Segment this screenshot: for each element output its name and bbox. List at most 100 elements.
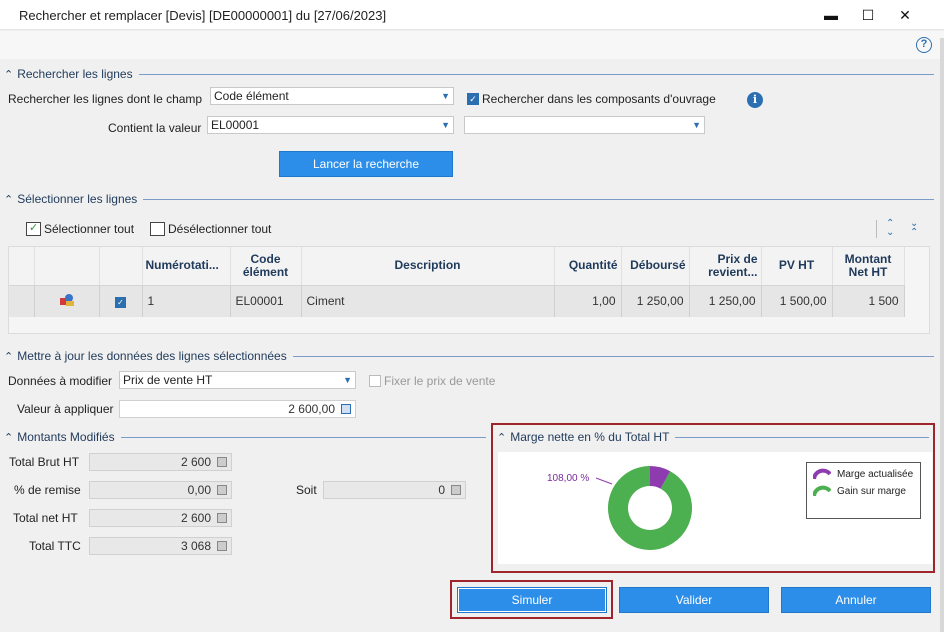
total-ttc-field: 3 068 bbox=[89, 537, 232, 555]
search-section-title: Rechercher les lignes bbox=[17, 67, 133, 81]
collapse-chevron-icon: ⌃ bbox=[4, 350, 14, 363]
cell-quantite: 1,00 bbox=[554, 285, 622, 317]
slice-label: 108,00 % bbox=[547, 473, 590, 484]
fix-price-checkbox[interactable] bbox=[369, 375, 381, 387]
collapse-all-icon[interactable]: ⌄ ⌃ bbox=[910, 219, 918, 238]
column-header[interactable]: Code élément bbox=[230, 247, 302, 286]
simulate-button[interactable]: Simuler bbox=[457, 587, 607, 613]
legend-item: Marge actualisée bbox=[813, 468, 913, 480]
collapse-chevron-icon: ⌃ bbox=[497, 431, 507, 444]
soit-label: Soit bbox=[296, 483, 317, 497]
select-all-icon bbox=[26, 221, 41, 236]
value-text: EL00001 bbox=[211, 118, 260, 132]
update-section-header[interactable]: ⌃ Mettre à jour les données des lignes s… bbox=[4, 349, 934, 363]
amounts-section-header[interactable]: ⌃ Montants Modifiés bbox=[4, 430, 486, 444]
legend-label: Marge actualisée bbox=[837, 468, 914, 480]
column-header[interactable]: Description bbox=[301, 247, 555, 286]
row-indicator bbox=[9, 285, 35, 317]
include-components-label: Rechercher dans les composants d'ouvrage bbox=[482, 92, 716, 106]
chevron-down-icon: ▼ bbox=[441, 91, 450, 101]
data-to-modify-value: Prix de vente HT bbox=[123, 373, 213, 387]
column-header[interactable]: Déboursé bbox=[621, 247, 690, 286]
collapse-chevron-icon: ⌃ bbox=[4, 193, 14, 206]
include-components-checkbox[interactable]: ✓ bbox=[467, 93, 479, 105]
fix-price-label: Fixer le prix de vente bbox=[384, 374, 496, 388]
table-row[interactable]: ✓ 1 EL00001 Ciment 1,00 1 250,00 1 250,0… bbox=[9, 285, 905, 317]
legend-swatch-green bbox=[813, 485, 831, 497]
chart-section-header[interactable]: ⌃ Marge nette en % du Total HT bbox=[497, 430, 929, 444]
check-header bbox=[99, 247, 143, 286]
info-icon[interactable]: i bbox=[747, 92, 763, 108]
search-field-value: Code élément bbox=[214, 89, 289, 103]
collapse-chevron-icon: ⌃ bbox=[4, 431, 14, 444]
amounts-section-title: Montants Modifiés bbox=[17, 430, 115, 444]
total-ttc-value: 3 068 bbox=[180, 539, 211, 553]
soit-value: 0 bbox=[438, 483, 445, 497]
column-header[interactable]: Numérotati... bbox=[142, 247, 231, 286]
validate-button[interactable]: Valider bbox=[619, 587, 769, 613]
title-bar: Rechercher et remplacer [Devis] [DE00000… bbox=[0, 0, 944, 30]
row-checkbox[interactable]: ✓ bbox=[115, 297, 126, 309]
chevron-down-icon: ▼ bbox=[343, 375, 352, 385]
chart-title: Marge nette en % du Total HT bbox=[510, 430, 670, 444]
total-brut-label: Total Brut HT bbox=[9, 455, 80, 469]
cell-pv-ht: 1 500,00 bbox=[761, 285, 833, 317]
apply-value-input[interactable]: 2 600,00 bbox=[119, 400, 356, 418]
total-net-value: 2 600 bbox=[180, 511, 211, 525]
row-checkbox-cell[interactable]: ✓ bbox=[99, 285, 143, 317]
donut-slice bbox=[608, 466, 692, 550]
calculator-icon bbox=[217, 541, 227, 551]
select-section-header[interactable]: ⌃ Sélectionner les lignes bbox=[4, 192, 934, 206]
search-field-select[interactable]: Code élément ▼ bbox=[210, 87, 454, 105]
expand-all-icon[interactable]: ⌃ ⌄ bbox=[886, 219, 894, 238]
value-combo[interactable]: EL00001 ▼ bbox=[207, 116, 454, 134]
help-bar bbox=[0, 31, 944, 59]
deselect-all-button[interactable]: Désélectionner tout bbox=[150, 222, 271, 236]
calculator-icon bbox=[217, 485, 227, 495]
value2-combo[interactable]: ▼ bbox=[464, 116, 705, 134]
legend-label: Gain sur marge bbox=[837, 485, 906, 497]
launch-search-button[interactable]: Lancer la recherche bbox=[279, 151, 453, 177]
window-title: Rechercher et remplacer [Devis] [DE00000… bbox=[19, 8, 387, 23]
column-header[interactable]: PV HT bbox=[761, 247, 833, 286]
minimize-button[interactable]: ▬ bbox=[814, 4, 848, 26]
cell-prix-revient: 1 250,00 bbox=[689, 285, 762, 317]
calculator-icon bbox=[217, 513, 227, 523]
total-ttc-label: Total TTC bbox=[29, 539, 81, 553]
element-type-icon bbox=[34, 285, 100, 317]
select-section-title: Sélectionner les lignes bbox=[17, 192, 138, 206]
cell-numerotation: 1 bbox=[142, 285, 231, 317]
deselect-all-label: Désélectionner tout bbox=[168, 222, 272, 236]
cell-code: EL00001 bbox=[230, 285, 302, 317]
section-divider bbox=[138, 73, 934, 75]
maximize-button[interactable]: ☐ bbox=[851, 4, 885, 26]
search-section-header[interactable]: ⌃ Rechercher les lignes bbox=[4, 67, 934, 81]
update-section-title: Mettre à jour les données des lignes sél… bbox=[17, 349, 287, 363]
close-button[interactable]: ✕ bbox=[888, 4, 922, 26]
column-header[interactable]: Quantité bbox=[554, 247, 622, 286]
calculator-icon[interactable] bbox=[341, 404, 351, 414]
total-brut-value: 2 600 bbox=[180, 455, 211, 469]
column-header[interactable]: Prix de revient... bbox=[689, 247, 762, 286]
type-header bbox=[34, 247, 100, 286]
column-header[interactable]: Montant Net HT bbox=[832, 247, 905, 286]
select-all-button[interactable]: Sélectionner tout bbox=[26, 221, 135, 236]
apply-value-label: Valeur à appliquer bbox=[17, 402, 114, 416]
total-net-field: 2 600 bbox=[89, 509, 232, 527]
data-to-modify-select[interactable]: Prix de vente HT ▼ bbox=[119, 371, 356, 389]
cell-montant-net: 1 500 bbox=[832, 285, 905, 317]
help-icon[interactable]: ? bbox=[916, 37, 932, 53]
legend-swatch-purple bbox=[813, 468, 831, 480]
data-to-modify-label: Données à modifier bbox=[8, 374, 113, 388]
slice-callout-line bbox=[595, 477, 613, 485]
remise-label: % de remise bbox=[14, 483, 81, 497]
section-divider bbox=[675, 436, 929, 438]
cancel-button[interactable]: Annuler bbox=[781, 587, 931, 613]
search-field-label: Rechercher les lignes dont le champ bbox=[8, 92, 203, 106]
select-all-label: Sélectionner tout bbox=[44, 222, 135, 236]
cell-debourse: 1 250,00 bbox=[621, 285, 690, 317]
calculator-icon bbox=[451, 485, 461, 495]
toolbar-separator bbox=[876, 220, 877, 238]
remise-value: 0,00 bbox=[187, 483, 211, 497]
cell-description: Ciment bbox=[301, 285, 555, 317]
